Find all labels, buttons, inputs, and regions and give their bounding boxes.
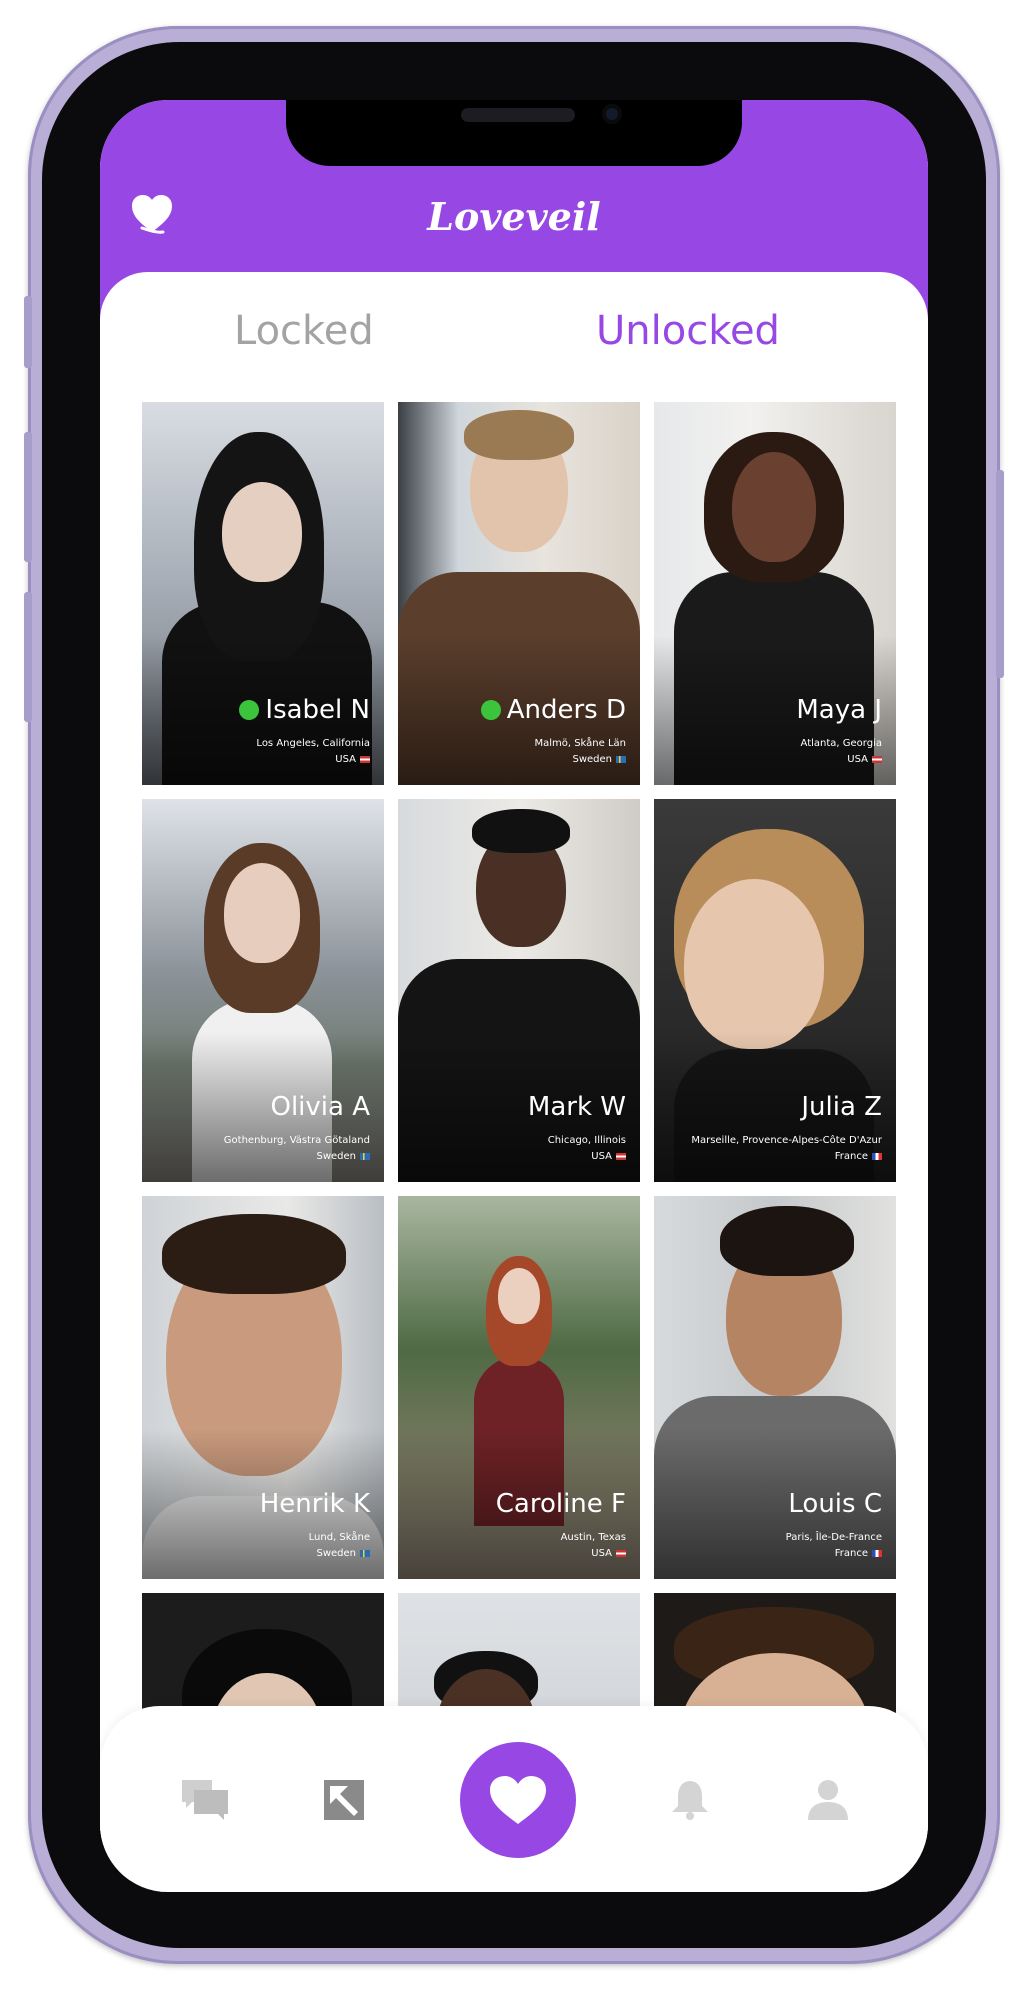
app-screen: Loveveil Locked Unlocked Isabel N Los An…	[100, 100, 928, 1892]
notch	[286, 100, 742, 166]
profile-name: Henrik K	[259, 1489, 370, 1519]
online-indicator	[239, 700, 260, 720]
profile-card[interactable]: Louis C Paris, Île-De-France France	[654, 1196, 896, 1579]
profile-card[interactable]: Isabel N Los Angeles, California USA	[142, 402, 384, 785]
tab-unlocked[interactable]: Unlocked	[596, 308, 780, 354]
profile-country: USA	[335, 754, 370, 765]
profile-grid: Isabel N Los Angeles, California USA And…	[142, 402, 896, 1892]
mute-switch	[24, 296, 32, 368]
flag-usa-icon	[616, 1152, 626, 1160]
power-button	[996, 470, 1004, 678]
profile-card[interactable]: Maya J Atlanta, Georgia USA	[654, 402, 896, 785]
profile-country: Sweden	[572, 754, 626, 765]
flag-usa-icon	[616, 1549, 626, 1557]
profile-location: Malmö, Skåne Län	[534, 738, 626, 749]
profile-location: Los Angeles, California	[256, 738, 370, 749]
profile-icon[interactable]	[806, 1778, 850, 1822]
app-title: Loveveil	[427, 194, 601, 239]
profile-card[interactable]: Anders D Malmö, Skåne Län Sweden	[398, 402, 640, 785]
profile-country: France	[835, 1151, 882, 1162]
tab-bar: Locked Unlocked	[100, 308, 928, 368]
profile-card[interactable]: Henrik K Lund, Skåne Sweden	[142, 1196, 384, 1579]
heart-icon	[490, 1776, 546, 1824]
profile-country: USA	[591, 1548, 626, 1559]
profile-location: Austin, Texas	[560, 1532, 626, 1543]
profile-country: Sweden	[316, 1151, 370, 1162]
profile-card[interactable]: Caroline F Austin, Texas USA	[398, 1196, 640, 1579]
profile-location: Gothenburg, Västra Götaland	[223, 1135, 370, 1146]
flag-france-icon	[872, 1152, 882, 1160]
matches-nav-button[interactable]	[460, 1742, 576, 1858]
volume-up-button	[24, 432, 32, 562]
speaker-grille	[461, 108, 575, 122]
profile-country: Sweden	[316, 1548, 370, 1559]
flag-sweden-icon	[360, 1549, 370, 1557]
chat-icon[interactable]	[180, 1778, 230, 1822]
bell-icon[interactable]	[668, 1778, 712, 1822]
profile-name: Anders D	[480, 695, 626, 725]
flag-sweden-icon	[616, 755, 626, 763]
profile-card[interactable]: Julia Z Marseille, Provence-Alpes-Côte D…	[654, 799, 896, 1182]
profile-card[interactable]: Olivia A Gothenburg, Västra Götaland Swe…	[142, 799, 384, 1182]
profile-name: Julia Z	[801, 1092, 882, 1122]
profile-location: Chicago, Illinois	[547, 1135, 626, 1146]
profile-country: USA	[591, 1151, 626, 1162]
flag-usa-icon	[360, 755, 370, 763]
bottom-nav	[100, 1706, 928, 1892]
profile-location: Atlanta, Georgia	[800, 738, 882, 749]
volume-down-button	[24, 592, 32, 722]
profile-card[interactable]: Mark W Chicago, Illinois USA	[398, 799, 640, 1182]
profile-country: France	[835, 1548, 882, 1559]
tab-locked[interactable]: Locked	[234, 308, 374, 354]
profile-name: Maya J	[796, 695, 882, 725]
profile-location: Lund, Skåne	[308, 1532, 370, 1543]
profile-name: Olivia A	[270, 1092, 370, 1122]
flag-france-icon	[872, 1549, 882, 1557]
online-indicator	[480, 700, 501, 720]
flag-sweden-icon	[360, 1152, 370, 1160]
image-icon[interactable]	[322, 1778, 366, 1822]
profile-location: Marseille, Provence-Alpes-Côte D'Azur	[691, 1135, 882, 1146]
main-content: Locked Unlocked Isabel N Los Angeles, Ca…	[100, 272, 928, 1892]
profile-country: USA	[847, 754, 882, 765]
profile-name: Caroline F	[495, 1489, 626, 1519]
flag-usa-icon	[872, 755, 882, 763]
profile-name: Isabel N	[239, 695, 370, 725]
profile-name: Louis C	[788, 1489, 882, 1519]
profile-name: Mark W	[527, 1092, 626, 1122]
front-camera	[602, 104, 622, 124]
profile-location: Paris, Île-De-France	[785, 1532, 882, 1543]
